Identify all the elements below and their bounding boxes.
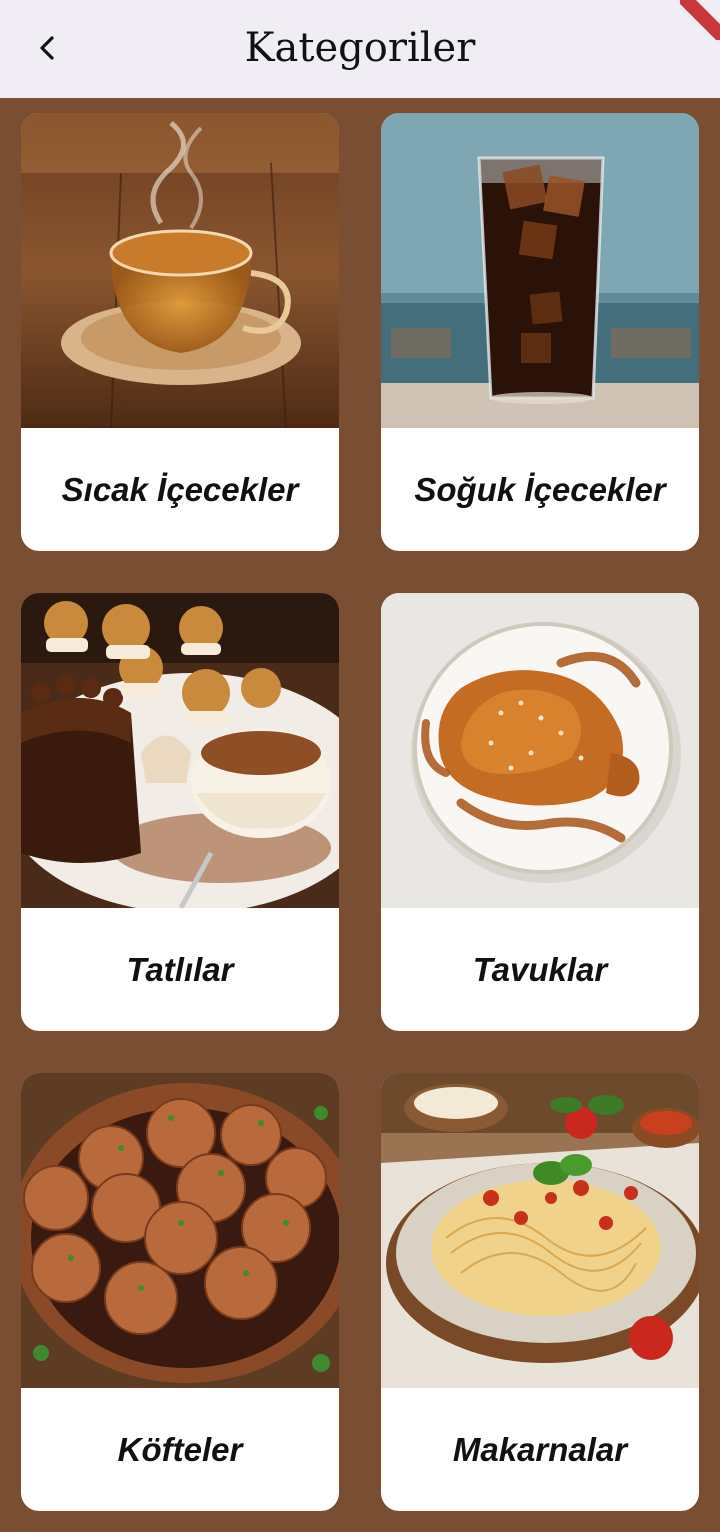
hot-tea-cup-image bbox=[21, 113, 339, 428]
category-card-pasta[interactable]: Makarnalar bbox=[381, 1073, 699, 1511]
category-label: Tatlılar bbox=[126, 950, 234, 988]
category-label: Soğuk İçecekler bbox=[414, 470, 666, 508]
app-bar: Kategoriler bbox=[0, 0, 720, 98]
iced-cola-glass-image bbox=[381, 113, 699, 428]
category-card-chicken[interactable]: Tavuklar bbox=[381, 593, 699, 1031]
category-label: Tavuklar bbox=[472, 950, 608, 988]
category-label: Makarnalar bbox=[452, 1430, 628, 1468]
category-label: Köfteler bbox=[117, 1430, 243, 1468]
desserts-plate-image bbox=[21, 593, 339, 908]
debug-banner bbox=[680, 0, 720, 40]
glazed-chicken-image bbox=[381, 593, 699, 908]
meatballs-image bbox=[21, 1073, 339, 1388]
category-card-cold-drinks[interactable]: Soğuk İçecekler bbox=[381, 113, 699, 551]
page-title: Kategoriler bbox=[244, 25, 476, 71]
spaghetti-image bbox=[381, 1073, 699, 1388]
category-label: Sıcak İçecekler bbox=[61, 470, 299, 508]
category-card-desserts[interactable]: Tatlılar bbox=[21, 593, 339, 1031]
category-card-meatballs[interactable]: Köfteler bbox=[21, 1073, 339, 1511]
category-card-hot-drinks[interactable]: Sıcak İçecekler bbox=[21, 113, 339, 551]
